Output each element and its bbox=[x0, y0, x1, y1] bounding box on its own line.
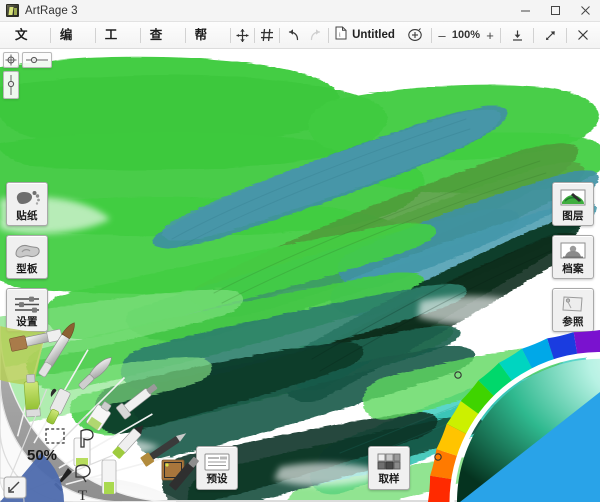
menu-help[interactable]: 帮助 bbox=[186, 22, 230, 69]
menu-edit[interactable]: 编辑 bbox=[51, 22, 95, 69]
stencil-icon bbox=[12, 239, 42, 263]
menu-file[interactable]: 文件 bbox=[6, 22, 50, 69]
document-chip[interactable]: i Untitled bbox=[329, 24, 403, 46]
tool-airbrush[interactable] bbox=[116, 380, 161, 420]
menu-divider bbox=[431, 27, 432, 43]
menu-bar: 文件 编辑 工具 查看 帮助 bbox=[0, 22, 600, 69]
samples-label: 取样 bbox=[378, 473, 400, 485]
hue-selector[interactable] bbox=[454, 371, 462, 379]
sidebar-item-layers[interactable]: 图层 bbox=[552, 182, 594, 226]
move-canvas-icon[interactable] bbox=[232, 24, 254, 46]
tool-wheel[interactable]: T bbox=[0, 310, 200, 502]
artrage-window: ArtRage 3 文件 编辑 工具 查看 帮助 bbox=[0, 0, 600, 502]
document-icon: i bbox=[335, 26, 347, 45]
close-button[interactable] bbox=[570, 0, 600, 22]
pressure-value: 50% bbox=[27, 447, 58, 464]
h-slider-icon[interactable] bbox=[22, 52, 52, 68]
zoom-level: 100% bbox=[451, 29, 481, 41]
collapse-arrow-icon[interactable] bbox=[3, 476, 27, 499]
sidebar-item-label: 贴纸 bbox=[16, 210, 38, 222]
window-title: ArtRage 3 bbox=[25, 4, 78, 17]
footprint-icon bbox=[12, 186, 42, 210]
menu-divider bbox=[254, 27, 256, 43]
grid-icon[interactable] bbox=[256, 24, 278, 46]
fullscreen-icon[interactable] bbox=[539, 24, 561, 46]
menu-divider bbox=[500, 27, 501, 43]
tool-round-brush[interactable] bbox=[38, 320, 78, 378]
tool-chalk[interactable] bbox=[101, 459, 117, 495]
zoom-fit-icon[interactable] bbox=[404, 24, 426, 46]
zoom-control: – 100% + bbox=[436, 28, 496, 43]
artrage-app-icon bbox=[6, 4, 19, 17]
undo-icon[interactable] bbox=[281, 24, 303, 46]
minimize-button[interactable] bbox=[510, 0, 540, 22]
sidebar-item-label: 图层 bbox=[562, 210, 584, 222]
maximize-button[interactable] bbox=[540, 0, 570, 22]
presets-label: 预设 bbox=[206, 473, 228, 485]
close-panel-icon[interactable] bbox=[572, 24, 594, 46]
tool-paint-roller[interactable] bbox=[39, 385, 71, 425]
menu-divider bbox=[229, 27, 231, 43]
redo-icon[interactable] bbox=[305, 24, 327, 46]
title-bar: ArtRage 3 bbox=[0, 0, 600, 22]
samples-button[interactable]: 取样 bbox=[368, 446, 410, 490]
menu-divider bbox=[279, 27, 281, 43]
crosshair-icon[interactable] bbox=[3, 52, 19, 68]
zoom-in-button[interactable]: + bbox=[484, 28, 496, 43]
document-name: Untitled bbox=[352, 29, 395, 41]
sidebar-item-scraps[interactable]: 档案 bbox=[552, 235, 594, 279]
menu-view[interactable]: 查看 bbox=[141, 22, 185, 69]
tool-watercolor[interactable] bbox=[86, 399, 115, 431]
tool-text[interactable]: T bbox=[78, 488, 87, 502]
canvas-nav-tools bbox=[3, 52, 57, 99]
sidebar-item-label: 型板 bbox=[16, 263, 38, 275]
menu-divider bbox=[566, 27, 567, 43]
v-slider-icon[interactable] bbox=[3, 71, 19, 99]
presets-icon bbox=[202, 450, 232, 474]
sidebar-item-stencils[interactable]: 型板 bbox=[6, 235, 48, 279]
tool-eraser[interactable] bbox=[73, 437, 91, 467]
menu-tools[interactable]: 工具 bbox=[96, 22, 140, 69]
zoom-out-button[interactable]: – bbox=[436, 28, 448, 43]
svg-text:T: T bbox=[78, 488, 87, 502]
window-controls bbox=[510, 0, 600, 22]
watermark-banner bbox=[460, 392, 600, 502]
layers-icon bbox=[558, 186, 588, 210]
sidebar-item-stickers[interactable]: 贴纸 bbox=[6, 182, 48, 226]
scraps-icon bbox=[558, 239, 588, 263]
swatches-grid-icon bbox=[374, 450, 404, 474]
menu-divider bbox=[533, 27, 534, 43]
sidebar-item-label: 档案 bbox=[562, 263, 584, 275]
download-icon[interactable] bbox=[506, 24, 528, 46]
presets-button[interactable]: 预设 bbox=[196, 446, 238, 490]
